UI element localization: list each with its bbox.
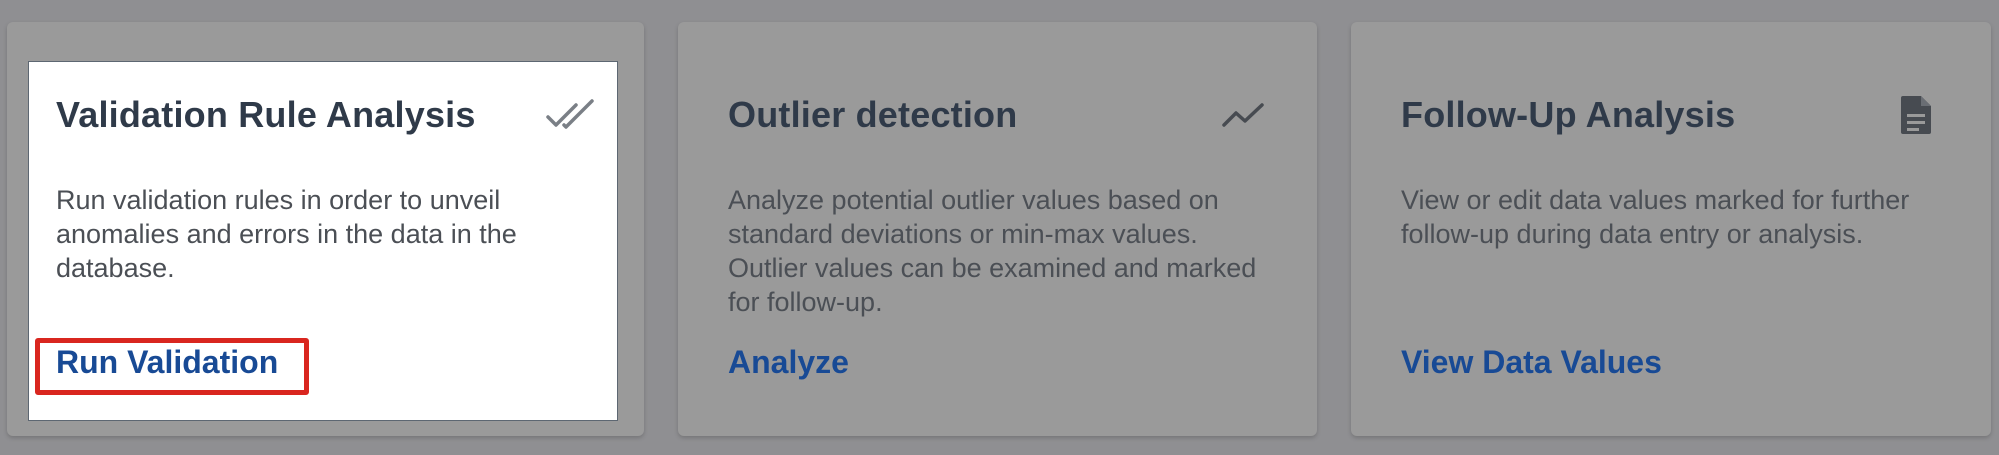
follow-up-card-description: View or edit data values marked for furt… <box>1401 185 1910 249</box>
analyze-link[interactable]: Analyze <box>728 344 849 381</box>
outlier-card-title: Outlier detection <box>728 94 1018 135</box>
double-check-icon <box>546 94 596 136</box>
outlier-card-description: Analyze potential outlier values based o… <box>728 185 1257 317</box>
view-data-values-link[interactable]: View Data Values <box>1401 344 1662 381</box>
follow-up-card-title: Follow-Up Analysis <box>1401 94 1736 135</box>
run-validation-link[interactable]: Run Validation <box>56 344 278 381</box>
validation-card-header: Validation Rule Analysis <box>56 90 596 140</box>
trending-line-icon <box>1218 94 1268 136</box>
validation-card-title: Validation Rule Analysis <box>56 94 476 135</box>
outlier-card-header: Outlier detection <box>728 90 1268 140</box>
follow-up-card-header: Follow-Up Analysis <box>1401 90 1941 140</box>
document-icon <box>1891 94 1941 136</box>
validation-card-description: Run validation rules in order to unveil … <box>56 185 517 283</box>
